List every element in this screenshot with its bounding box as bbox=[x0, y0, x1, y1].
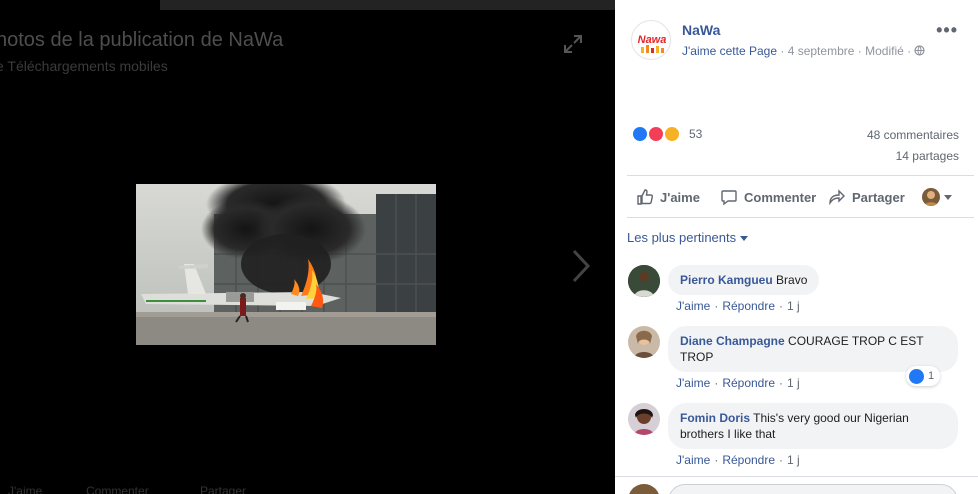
burning-plane-image bbox=[136, 184, 436, 345]
viewer-share-action[interactable]: Partager bbox=[200, 484, 246, 494]
comment-bubble: Fomin Doris This's very good our Nigeria… bbox=[668, 403, 958, 449]
comment-actions: J'aime · Répondre · 1 j bbox=[676, 376, 800, 390]
divider bbox=[615, 476, 978, 477]
reaction-count[interactable]: 53 bbox=[689, 127, 702, 141]
comment-author[interactable]: Fomin Doris bbox=[680, 411, 750, 425]
like-button[interactable]: J'aime bbox=[636, 186, 700, 208]
comment-button[interactable]: Commenter bbox=[720, 186, 816, 208]
divider bbox=[627, 175, 974, 176]
photo-viewer-title: hotos de la publication de NaWa bbox=[0, 29, 284, 51]
share-icon bbox=[829, 189, 845, 206]
photo-viewer: hotos de la publication de NaWa e Téléch… bbox=[0, 0, 615, 494]
comment-button-label: Commenter bbox=[744, 189, 817, 205]
comment-author[interactable]: Diane Champagne bbox=[680, 334, 785, 348]
chevron-down-icon bbox=[740, 236, 749, 242]
comment-text: Bravo bbox=[776, 273, 808, 287]
viewer-like-action[interactable]: J'aime bbox=[8, 484, 42, 494]
comment-like-link[interactable]: J'aime bbox=[676, 299, 710, 313]
comment-time[interactable]: 1 j bbox=[787, 453, 800, 467]
comment-time[interactable]: 1 j bbox=[787, 299, 800, 313]
post-panel: Nawa NaWa J'aime cette Page · 4 septembr… bbox=[615, 0, 978, 494]
like-page-link[interactable]: J'aime cette Page bbox=[682, 44, 777, 58]
thumbs-up-icon bbox=[637, 189, 654, 205]
comment-reply-link[interactable]: Répondre bbox=[722, 299, 775, 313]
divider bbox=[627, 217, 974, 218]
post-as-avatar[interactable] bbox=[922, 188, 940, 206]
comment-filter-dropdown[interactable]: Les plus pertinents bbox=[627, 230, 749, 245]
like-button-label: J'aime bbox=[660, 189, 700, 205]
write-comment-input[interactable] bbox=[668, 484, 958, 494]
sad-reaction-icon bbox=[663, 125, 681, 143]
comment-reply-link[interactable]: Répondre bbox=[722, 376, 775, 390]
page-avatar[interactable]: Nawa bbox=[631, 20, 671, 60]
like-reaction-icon bbox=[909, 368, 924, 384]
comment-bubble: Pierro Kamgueu Bravo bbox=[668, 265, 820, 295]
commenter-avatar-image bbox=[628, 403, 660, 435]
comment-filter-label: Les plus pertinents bbox=[627, 230, 737, 245]
post-as-avatar-image bbox=[924, 191, 938, 206]
edited-label[interactable]: Modifié bbox=[865, 44, 904, 58]
comment-author[interactable]: Pierro Kamgueu bbox=[680, 273, 773, 287]
post-photo[interactable] bbox=[136, 184, 436, 345]
shares-count[interactable]: 14 partages bbox=[896, 149, 959, 163]
comment-likes-badge[interactable]: 1 bbox=[906, 366, 941, 386]
viewer-bottom-bar: J'aime Commenter Partager bbox=[0, 482, 615, 494]
comment-actions: J'aime · Répondre · 1 j bbox=[676, 453, 800, 467]
comment-actions: J'aime · Répondre · 1 j bbox=[676, 299, 800, 313]
comment-time[interactable]: 1 j bbox=[787, 376, 800, 390]
comment-reply-link[interactable]: Répondre bbox=[722, 453, 775, 467]
post-meta: J'aime cette Page · 4 septembre · Modifi… bbox=[682, 44, 926, 58]
photo-viewer-subtitle[interactable]: e Téléchargements mobiles bbox=[0, 58, 168, 74]
comment-like-link[interactable]: J'aime bbox=[676, 453, 710, 467]
fullscreen-icon[interactable] bbox=[563, 34, 583, 54]
more-options-icon[interactable]: ••• bbox=[936, 20, 958, 41]
comment-likes-count: 1 bbox=[928, 370, 935, 382]
viewer-comment-action[interactable]: Commenter bbox=[86, 484, 149, 494]
commenter-avatar[interactable] bbox=[628, 265, 660, 297]
commenter-avatar-image bbox=[628, 265, 660, 297]
share-button-label: Partager bbox=[852, 189, 905, 205]
post-date[interactable]: 4 septembre bbox=[788, 44, 855, 58]
commenter-avatar[interactable] bbox=[628, 403, 660, 435]
header-strip bbox=[160, 0, 615, 10]
svg-text:Nawa: Nawa bbox=[638, 34, 667, 46]
globe-icon bbox=[914, 45, 926, 56]
share-button[interactable]: Partager bbox=[828, 186, 905, 208]
commenter-avatar[interactable] bbox=[628, 326, 660, 358]
commenter-avatar-image bbox=[628, 326, 660, 358]
page-name-link[interactable]: NaWa bbox=[682, 22, 720, 38]
current-user-avatar bbox=[628, 484, 660, 494]
nawa-logo: Nawa bbox=[638, 34, 667, 53]
comment-icon bbox=[721, 190, 737, 206]
comments-count[interactable]: 48 commentaires bbox=[867, 128, 959, 142]
comment-like-link[interactable]: J'aime bbox=[676, 376, 710, 390]
next-photo-arrow-icon[interactable] bbox=[570, 248, 592, 284]
post-as-dropdown-caret-icon[interactable] bbox=[944, 195, 952, 200]
